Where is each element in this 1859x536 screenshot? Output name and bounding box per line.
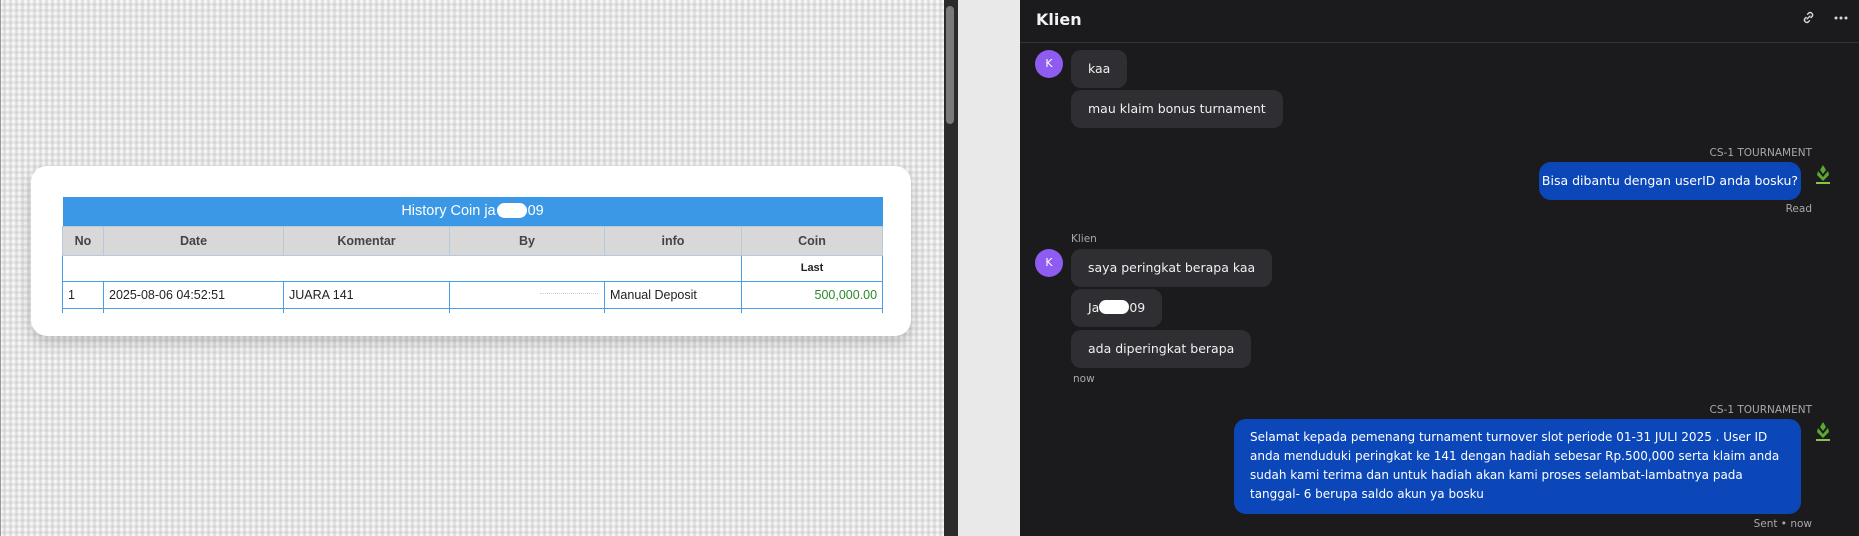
column-header-komentar[interactable]: Komentar [283, 225, 450, 256]
history-coin-table: History Coin ja 09 No Date Komentar By in… [62, 197, 884, 313]
column-header-info[interactable]: info [604, 225, 742, 256]
message-incoming: Ja 09 [1071, 289, 1163, 327]
column-header-by[interactable]: By [449, 225, 605, 256]
redaction-mark [540, 293, 598, 297]
subheader-last: Last [740, 254, 884, 282]
column-header-coin[interactable]: Coin [740, 225, 884, 256]
cell-info: Manual Deposit [604, 280, 742, 309]
agent-name: CS-1 TOURNAMENT [1709, 147, 1812, 159]
redaction-mark [1099, 300, 1130, 314]
table-header-row: No Date Komentar By info Coin [62, 225, 884, 256]
cell-by [449, 280, 605, 309]
message-suffix: 09 [1129, 300, 1146, 315]
subheader-spacer [62, 254, 742, 282]
cell-no: 1 [62, 280, 104, 309]
table-title-row: History Coin ja 09 [62, 197, 883, 226]
agent-avatar-icon [1810, 419, 1836, 445]
column-header-no[interactable]: No [62, 225, 104, 256]
cell-date: 2025-08-06 04:52:51 [103, 280, 284, 309]
read-status: Read [1785, 203, 1812, 215]
history-card: History Coin ja 09 No Date Komentar By in… [31, 166, 911, 336]
message-incoming: saya peringkat berapa kaa [1071, 249, 1273, 287]
message-outgoing: Selamat kepada pemenang turnament turnov… [1234, 419, 1801, 514]
chat-header: Klien [1020, 0, 1859, 43]
message-prefix: Ja [1088, 300, 1100, 315]
link-icon[interactable] [1797, 10, 1819, 32]
chat-title: Klien [1036, 10, 1082, 29]
column-header-date[interactable]: Date [103, 225, 284, 256]
message-outgoing: Bisa dibantu dengan userID anda bosku? [1539, 162, 1801, 200]
client-name: Klien [1071, 233, 1097, 245]
client-avatar: K [1035, 50, 1063, 78]
client-avatar: K [1035, 249, 1063, 277]
message-time: now [1073, 373, 1095, 385]
left-pane: History Coin ja 09 No Date Komentar By in… [0, 0, 944, 536]
more-icon[interactable] [1830, 10, 1852, 32]
scrollbar-thumb[interactable] [946, 6, 954, 124]
agent-avatar-icon [1810, 162, 1836, 188]
redaction-mark [496, 203, 527, 219]
gutter [958, 0, 1020, 536]
table-subheader-row: Last [62, 254, 884, 282]
table-row: 1 2025-08-06 04:52:51 JUARA 141 Manual D… [62, 280, 884, 309]
message-incoming: kaa [1071, 50, 1128, 88]
chat-panel: Klien K kaa mau klaim bonus turnament CS… [1020, 0, 1859, 536]
table-title-suffix: 09 [527, 203, 544, 220]
message-incoming: mau klaim bonus turnament [1071, 90, 1283, 128]
agent-name: CS-1 TOURNAMENT [1709, 404, 1812, 416]
table-title: History Coin ja 09 [62, 197, 883, 226]
cell-komentar: JUARA 141 [283, 280, 450, 309]
table-title-prefix: History Coin ja [401, 203, 496, 220]
cell-coin: 500,000.00 [740, 280, 884, 309]
message-incoming: ada diperingkat berapa [1071, 330, 1252, 368]
table-row-partial [62, 307, 884, 313]
left-pane-border [0, 0, 1, 536]
sent-status: Sent • now [1753, 518, 1812, 530]
